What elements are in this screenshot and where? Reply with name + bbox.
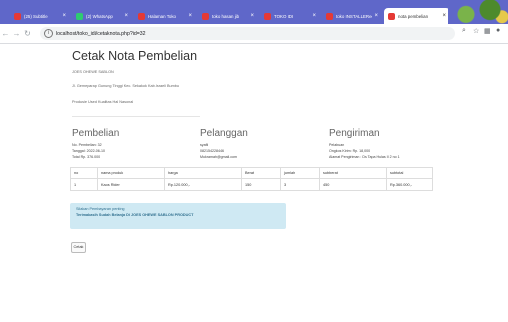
store-address: Jl. Gemeparap Gunung Tinggi Kec. Sekakok… [72,84,180,88]
cell-no: 1 [70,178,98,191]
browser-tab-active[interactable]: nota pembelian × [384,8,450,24]
pengiriman-type: Pelabuan [329,143,345,147]
browser-theme-decoration [448,0,508,24]
page-favicon-icon [138,12,145,20]
store-name: JOES OHEWE SABLON [72,70,114,74]
col-header-subweight: subberat [319,167,387,179]
pengiriman-ongkir: Ongkos Kirim: Rp. 18,000 [329,149,371,153]
browser-tab[interactable]: toko INSTALLERee × [322,8,382,24]
pengiriman-heading: Pengiriman [329,128,380,139]
address-url[interactable]: localhost/toko_idi/cetaknota.php?id=32 [56,31,146,37]
cell-weight: 150 [241,178,281,191]
browser-tab[interactable]: Halaman Toko × [134,8,196,24]
col-header-no: no [70,167,98,179]
close-tab-icon[interactable]: × [312,13,316,19]
table-header-row: no nama produk harga Berat jumlah subber… [70,167,433,179]
table-row: 1 Kaos Rider Rp.120.000,- 150 3 450 Rp.3… [70,178,433,191]
payment-info-alert: Silakan Pembayaran penting Terimakasih S… [70,203,286,229]
zoom-icon[interactable]: ⌕ [462,27,466,35]
col-header-subtotal: subtotal [386,167,433,179]
tab-label: TOKO IDI [274,13,294,19]
extensions-icon[interactable]: ▦ [484,27,491,35]
page-title: Cetak Nota Pembelian [72,49,198,63]
items-table: no nama produk harga Berat jumlah subber… [70,167,433,191]
close-tab-icon[interactable]: × [188,13,192,19]
pelanggan-name: syafii [200,143,209,147]
back-arrow-icon[interactable]: ← [0,29,11,38]
page-favicon-icon [202,12,209,20]
tab-label: (25) Subtitle [24,13,48,19]
cell-subweight: 450 [319,178,387,191]
address-bar[interactable]: i localhost/toko_idi/cetaknota.php?id=32 [40,27,455,40]
youtube-favicon-icon [14,12,21,20]
close-tab-icon[interactable]: × [124,13,128,19]
profile-avatar-icon[interactable]: ● [496,27,500,34]
browser-tab[interactable]: (2) WhatsApp × [72,8,132,24]
tab-label: Halaman Toko [148,13,176,19]
whatsapp-favicon-icon [76,12,83,20]
pembelian-total: Total Rp. 376.000 [72,155,101,159]
reload-icon[interactable]: ↻ [22,29,33,38]
forward-arrow-icon[interactable]: → [11,29,22,38]
page-favicon-icon [264,12,271,20]
col-header-qty: jumlah [280,167,320,179]
col-header-price: harga [164,167,242,179]
close-tab-icon[interactable]: × [442,13,446,19]
pelanggan-email: Mukramah@gmail.com [200,155,237,159]
tab-label: toko hasan jib [212,13,240,19]
browser-tab[interactable]: (25) Subtitle × [10,8,70,24]
browser-tab[interactable]: TOKO IDI × [260,8,320,24]
alert-line-2: Terimakasih Sudah Belanja Di JOES OHEWE … [76,213,194,217]
close-tab-icon[interactable]: × [374,13,378,19]
pembelian-number: No. Pembelian: 32 [72,143,102,147]
pelanggan-phone: 082154228446 [200,149,224,153]
tab-label: (2) WhatsApp [86,13,113,19]
browser-toolbar: ← → ↻ i localhost/toko_idi/cetaknota.php… [0,24,508,44]
cell-qty: 3 [280,178,320,191]
browser-tab[interactable]: toko hasan jib × [198,8,258,24]
close-tab-icon[interactable]: × [62,13,66,19]
cell-product: Kaos Rider [97,178,165,191]
col-header-product: nama produk [97,167,165,179]
alert-line-1: Silakan Pembayaran penting [76,207,125,211]
store-tagline: Produsie Used Kualitas Hal Nasonal [72,100,134,104]
cell-price: Rp.120.000,- [164,178,242,191]
divider [72,116,200,117]
col-header-weight: Berat [241,167,281,179]
bookmark-star-icon[interactable]: ☆ [473,27,479,35]
print-button[interactable]: Cetak [71,242,86,253]
pengiriman-address: Alamat Pengiriman : Ds Tapa Hulas II 2 n… [329,155,400,159]
site-info-icon[interactable]: i [44,29,53,38]
pelanggan-heading: Pelanggan [200,128,248,139]
tab-label: toko INSTALLERee [336,13,373,19]
pembelian-date: Tanggal: 2022-06-10 [72,149,105,153]
close-tab-icon[interactable]: × [250,13,254,19]
tab-label: nota pembelian [398,13,429,19]
page-favicon-icon [326,12,333,20]
cell-subtotal: Rp.360.000,- [386,178,433,191]
page-favicon-icon [388,12,395,20]
browser-tab-strip: (25) Subtitle × (2) WhatsApp × Halaman T… [0,0,508,24]
pembelian-heading: Pembelian [72,128,120,139]
